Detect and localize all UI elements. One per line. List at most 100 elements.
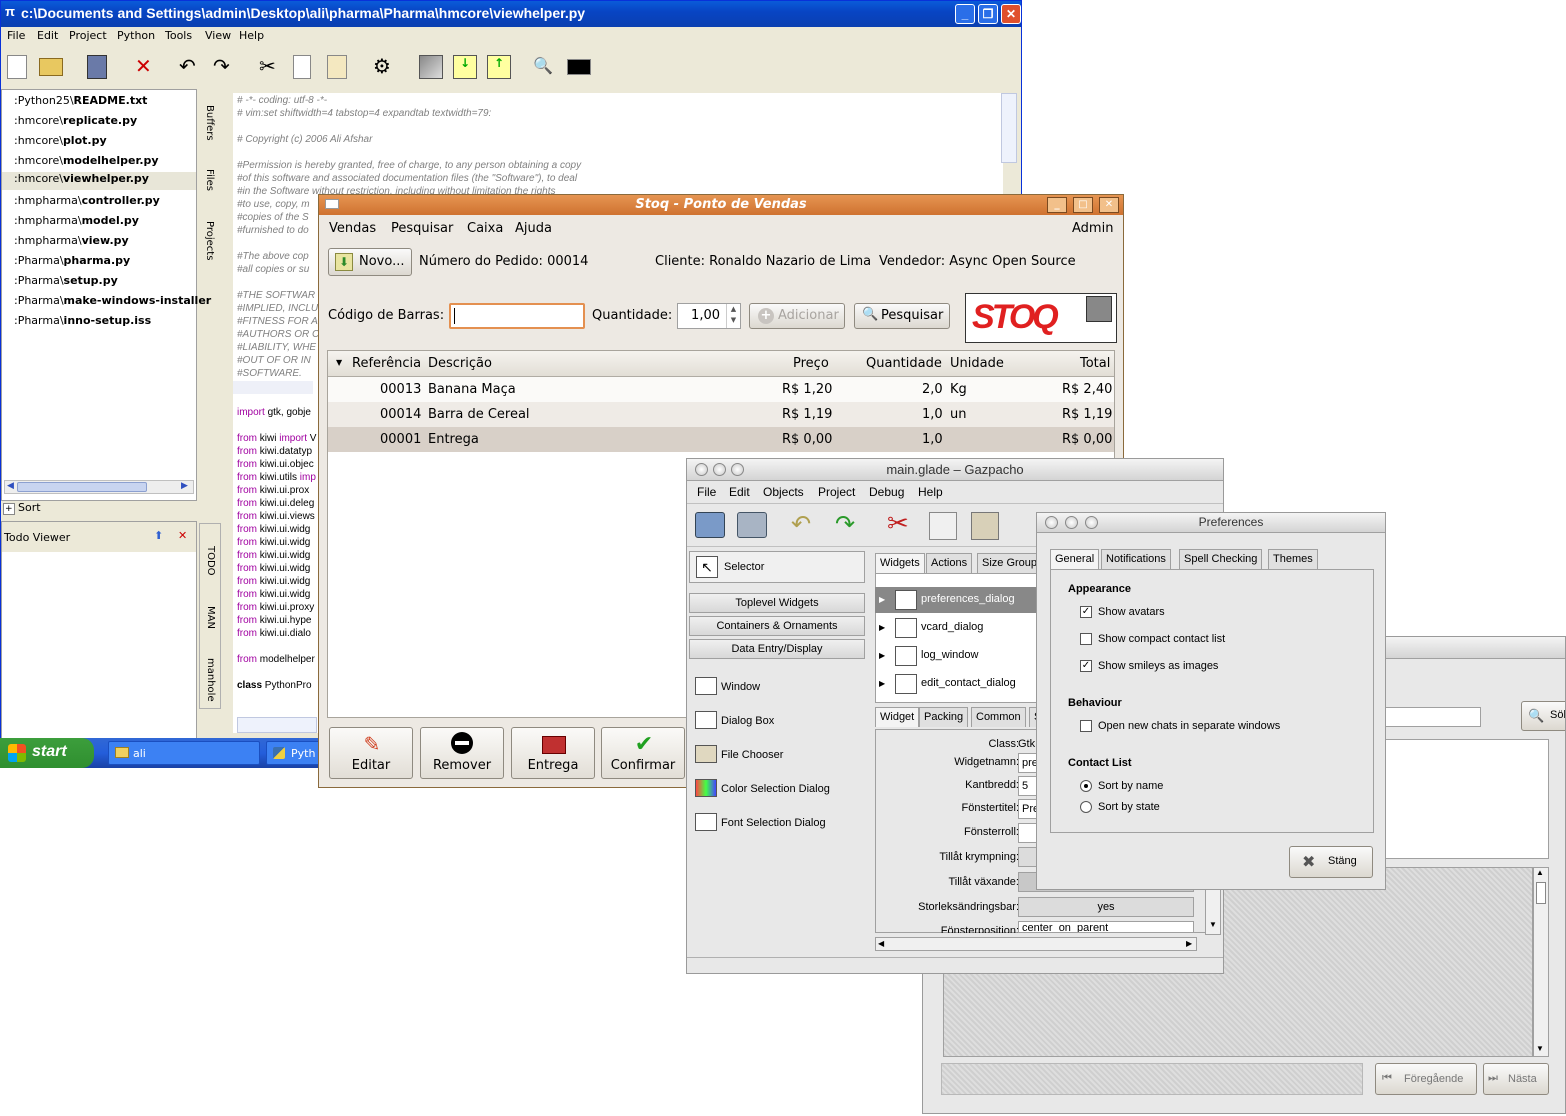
col-total[interactable]: Total [1080,356,1110,371]
step-up-icon[interactable]: ↑ [487,55,511,79]
scroll-left-icon[interactable]: ◀ [7,481,14,491]
contacts-list[interactable] [1373,739,1549,859]
palette-window[interactable]: Window [695,677,760,695]
tab-man[interactable]: MAN [205,606,216,629]
menu-objects[interactable]: Objects [763,485,804,499]
palette-group-toplevel[interactable]: Toplevel Widgets [689,593,865,613]
show-avatars-checkbox[interactable]: ✓ [1080,606,1092,618]
entrega-button[interactable]: Entrega [511,727,595,779]
tab-manhole[interactable]: manhole [205,658,216,702]
barcode-input[interactable] [449,303,585,329]
tab-common[interactable]: Common [971,707,1026,727]
minimize-button[interactable] [713,463,726,476]
menu-project[interactable]: Project [818,485,855,499]
close-button[interactable] [695,463,708,476]
palette-dialog-box[interactable]: Dialog Box [695,711,774,729]
remover-button[interactable]: Remover [420,727,504,779]
menu-help[interactable]: Help [918,485,943,499]
palette-font-selection[interactable]: Font Selection Dialog [695,813,826,831]
menu-view[interactable]: View [205,29,231,42]
zoom-button[interactable] [731,463,744,476]
scroll-down-icon[interactable]: ▼ [1209,920,1217,929]
close-icon[interactable]: ✕ [178,529,187,542]
open-new-chats-checkbox[interactable] [1080,720,1092,732]
minimize-button[interactable]: _ [955,4,975,24]
tab-actions[interactable]: Actions [926,553,973,573]
novo-button[interactable]: ⬇ Novo... [328,248,412,276]
tree-item-selected[interactable]: ▶ preferences_dialog [875,587,1037,613]
show-smileys-checkbox[interactable]: ✓ [1080,660,1092,672]
log-scrollbar[interactable]: ▲ ▼ [1533,867,1549,1057]
next-button[interactable]: ⏭ Nästa [1483,1063,1549,1095]
close-button[interactable] [1045,516,1058,529]
list-item[interactable]: :Pharma\inno-setup.iss [14,314,151,327]
list-item[interactable]: :Python25\README.txt [14,94,196,112]
list-item[interactable]: :hmpharma\model.py [14,214,139,227]
code-horizontal-scrollbar[interactable] [237,717,317,733]
menu-debug[interactable]: Debug [869,485,904,499]
previous-button[interactable]: ⏮ Föregående [1375,1063,1477,1095]
arrow-up-icon[interactable]: ⬆ [154,529,163,542]
undo-icon[interactable]: ↶ [179,55,203,79]
menu-python[interactable]: Python [117,29,155,42]
list-item[interactable]: :Pharma\pharma.py [14,254,130,267]
menu-ajuda[interactable]: Ajuda [515,221,552,236]
maximize-button[interactable]: □ [1073,197,1093,213]
redo-icon[interactable]: ↷ [835,510,855,539]
pesquisar-button[interactable]: 🔍 Pesquisar [854,303,950,329]
col-referencia[interactable]: Referência [352,356,421,371]
tree-item[interactable]: ▶ log_window [875,643,1037,669]
scroll-left-icon[interactable]: ◀ [878,939,884,948]
execute-icon[interactable]: ⚙ [373,55,397,79]
tree-item[interactable]: ▶ edit_contact_dialog [875,671,1037,697]
scroll-right-icon[interactable]: ▶ [181,481,188,491]
start-button[interactable]: start [0,738,94,768]
menu-pesquisar[interactable]: Pesquisar [391,221,453,236]
quantity-stepper[interactable]: 1,00 ▲ ▼ [677,303,741,329]
property-hscrollbar[interactable]: ◀ ▶ [875,937,1197,951]
tab-files[interactable]: Files [204,169,215,191]
sort-by-state-radio[interactable] [1080,801,1092,813]
list-item[interactable]: :hmcore\replicate.py [14,114,137,127]
cut-icon[interactable]: ✂ [887,508,909,539]
prop-toggle[interactable]: yes [1018,897,1194,917]
vertical-scrollbar[interactable] [1001,93,1017,163]
cut-icon[interactable]: ✂ [259,55,283,79]
col-descricao[interactable]: Descrição [428,356,492,371]
taskbar-item-ali[interactable]: ali [108,741,260,765]
tab-general[interactable]: General [1050,549,1100,570]
tab-notifications[interactable]: Notifications [1101,549,1171,570]
new-file-icon[interactable] [7,55,27,79]
scroll-thumb[interactable] [1536,882,1546,904]
menu-edit[interactable]: Edit [729,485,750,499]
menu-tools[interactable]: Tools [165,29,192,42]
close-button[interactable]: ✕ [1099,197,1119,213]
save-icon[interactable] [87,55,107,79]
close-file-icon[interactable]: ✕ [135,55,159,79]
tab-themes[interactable]: Themes [1268,549,1318,570]
open-icon[interactable] [695,512,725,538]
palette-group-containers[interactable]: Containers & Ornaments [689,616,865,636]
stepper-arrows-icon[interactable]: ▲ ▼ [726,304,740,328]
list-item[interactable]: :hmcore\modelhelper.py [14,154,159,167]
scroll-right-icon[interactable]: ▶ [1186,939,1192,948]
tab-todo[interactable]: TODO [205,546,216,576]
paste-icon[interactable] [327,55,347,79]
find-icon[interactable]: 🔍 [533,55,557,79]
show-compact-checkbox[interactable] [1080,633,1092,645]
tab-widget[interactable]: Widget [875,707,920,727]
prop-combo[interactable]: center_on_parent [1018,921,1194,933]
terminal-icon[interactable] [567,59,591,75]
open-folder-icon[interactable] [39,58,63,76]
menu-file[interactable]: File [697,485,716,499]
col-unidade[interactable]: Unidade [950,356,1004,371]
zoom-button[interactable] [1085,516,1098,529]
selector-tool[interactable]: ↖ Selector [689,551,865,583]
search-button[interactable]: 🔍 Sök [1521,701,1565,731]
list-item[interactable]: :hmpharma\controller.py [14,194,160,207]
menu-caixa[interactable]: Caixa [467,221,503,236]
tree-item[interactable]: ▶ vcard_dialog [875,615,1037,641]
menu-help[interactable]: Help [239,29,264,42]
sort-row[interactable]: + Sort [3,501,197,515]
minimize-button[interactable]: _ [1047,197,1067,213]
